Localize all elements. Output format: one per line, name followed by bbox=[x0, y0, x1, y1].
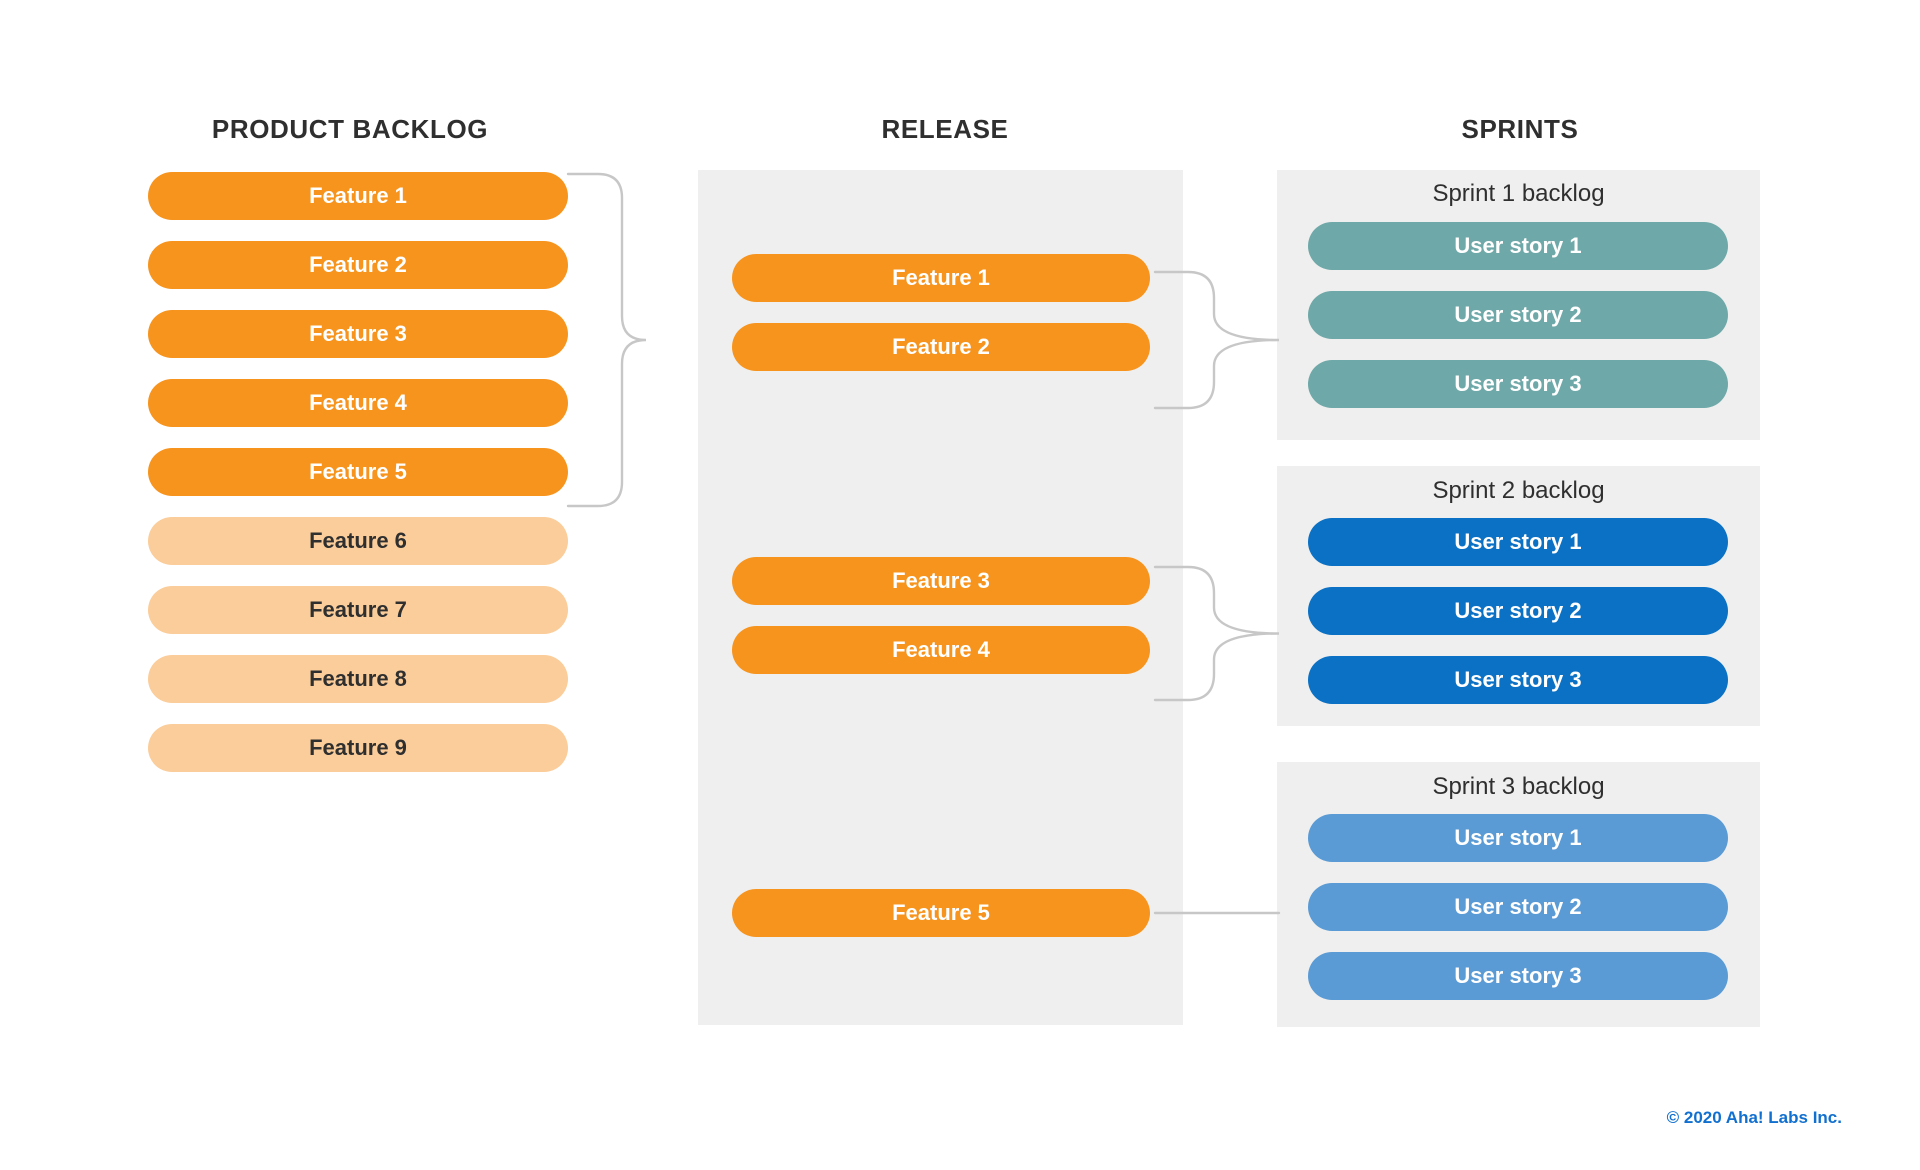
sprint-3-user-story-3[interactable]: User story 3 bbox=[1308, 952, 1728, 1000]
release-column-title: RELEASE bbox=[881, 114, 1009, 144]
sprint-1-user-story-1[interactable]: User story 1 bbox=[1308, 222, 1728, 270]
backlog-feature-8-label: Feature 8 bbox=[309, 666, 407, 691]
release-feature-5-label: Feature 5 bbox=[892, 900, 990, 925]
backlog-feature-5[interactable]: Feature 5 bbox=[148, 448, 568, 496]
backlog-feature-7-label: Feature 7 bbox=[309, 597, 407, 622]
sprint-3-user-story-1[interactable]: User story 1 bbox=[1308, 814, 1728, 862]
sprint-2-user-story-1[interactable]: User story 1 bbox=[1308, 518, 1728, 566]
sprint-3-user-story-3-label: User story 3 bbox=[1454, 963, 1582, 988]
sprint-2-heading: Sprint 2 backlog bbox=[1432, 477, 1605, 504]
backlog-feature-3[interactable]: Feature 3 bbox=[148, 310, 568, 358]
diagram-canvas: PRODUCT BACKLOG RELEASE SPRINTS Feature … bbox=[0, 0, 1920, 1170]
backlog-feature-8[interactable]: Feature 8 bbox=[148, 655, 568, 703]
release-feature-5[interactable]: Feature 5 bbox=[732, 889, 1150, 937]
backlog-feature-4-label: Feature 4 bbox=[309, 390, 407, 415]
backlog-feature-1-label: Feature 1 bbox=[309, 183, 407, 208]
copyright-notice: © 2020 Aha! Labs Inc. bbox=[1666, 1108, 1842, 1127]
release-feature-4[interactable]: Feature 4 bbox=[732, 626, 1150, 674]
sprint-1-user-story-2[interactable]: User story 2 bbox=[1308, 291, 1728, 339]
backlog-feature-3-label: Feature 3 bbox=[309, 321, 407, 346]
backlog-feature-6[interactable]: Feature 6 bbox=[148, 517, 568, 565]
sprint-1-user-story-3-label: User story 3 bbox=[1454, 371, 1582, 396]
backlog-feature-9-label: Feature 9 bbox=[309, 735, 407, 760]
sprint-3-user-story-2-label: User story 2 bbox=[1454, 894, 1582, 919]
backlog-feature-4[interactable]: Feature 4 bbox=[148, 379, 568, 427]
sprint-3-user-story-1-label: User story 1 bbox=[1454, 825, 1582, 850]
backlog-feature-5-label: Feature 5 bbox=[309, 459, 407, 484]
release-feature-2[interactable]: Feature 2 bbox=[732, 323, 1150, 371]
release-feature-1-label: Feature 1 bbox=[892, 265, 990, 290]
backlog-feature-2-label: Feature 2 bbox=[309, 252, 407, 277]
release-feature-1[interactable]: Feature 1 bbox=[732, 254, 1150, 302]
sprint-1-user-story-1-label: User story 1 bbox=[1454, 233, 1582, 258]
sprint-1-heading: Sprint 1 backlog bbox=[1432, 180, 1605, 207]
sprint-2-user-story-3[interactable]: User story 3 bbox=[1308, 656, 1728, 704]
release-feature-4-label: Feature 4 bbox=[892, 637, 990, 662]
sprint-1-user-story-2-label: User story 2 bbox=[1454, 302, 1582, 327]
sprints-column-title: SPRINTS bbox=[1461, 114, 1579, 144]
backlog-feature-7[interactable]: Feature 7 bbox=[148, 586, 568, 634]
sprint-1-user-story-3[interactable]: User story 3 bbox=[1308, 360, 1728, 408]
release-feature-3-label: Feature 3 bbox=[892, 568, 990, 593]
sprint-2-user-story-3-label: User story 3 bbox=[1454, 667, 1582, 692]
release-feature-3[interactable]: Feature 3 bbox=[732, 557, 1150, 605]
backlog-feature-2[interactable]: Feature 2 bbox=[148, 241, 568, 289]
product-backlog-column-title: PRODUCT BACKLOG bbox=[211, 114, 489, 144]
sprint-2-user-story-2-label: User story 2 bbox=[1454, 598, 1582, 623]
backlog-feature-1[interactable]: Feature 1 bbox=[148, 172, 568, 220]
backlog-feature-9[interactable]: Feature 9 bbox=[148, 724, 568, 772]
backlog-feature-6-label: Feature 6 bbox=[309, 528, 407, 553]
sprint-3-heading: Sprint 3 backlog bbox=[1432, 773, 1605, 800]
sprint-2-user-story-1-label: User story 1 bbox=[1454, 529, 1582, 554]
release-feature-2-label: Feature 2 bbox=[892, 334, 990, 359]
connector-backlog-to-release bbox=[566, 172, 647, 508]
sprint-3-user-story-2[interactable]: User story 2 bbox=[1308, 883, 1728, 931]
sprint-2-user-story-2[interactable]: User story 2 bbox=[1308, 587, 1728, 635]
